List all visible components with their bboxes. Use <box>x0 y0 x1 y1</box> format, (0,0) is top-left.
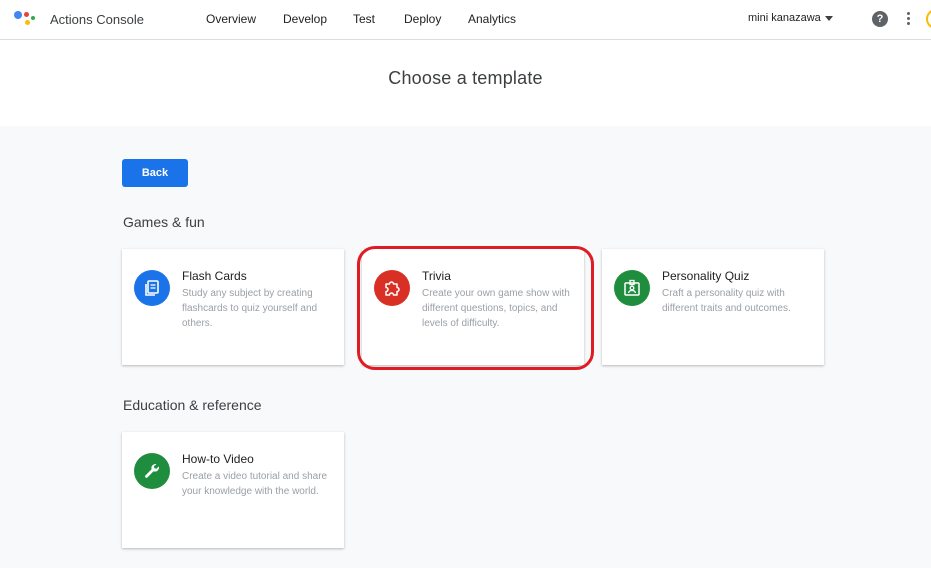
card-description: Craft a personality quiz with different … <box>662 288 791 314</box>
card-title: Flash Cards <box>182 269 247 283</box>
more-vert-icon[interactable] <box>907 11 911 27</box>
nav-test[interactable]: Test <box>353 12 375 26</box>
card-description: Create your own game show with different… <box>422 288 570 329</box>
app-title: Actions Console <box>50 12 144 27</box>
card-description: Study any subject by creating flashcards… <box>182 288 318 329</box>
back-button[interactable]: Back <box>122 159 188 187</box>
card-title: Trivia <box>422 269 451 283</box>
page-header: Choose a template <box>0 40 931 126</box>
badge-icon <box>614 270 650 306</box>
section-title-games: Games & fun <box>123 214 205 230</box>
nav-deploy[interactable]: Deploy <box>404 12 441 26</box>
puzzle-icon <box>374 270 410 306</box>
card-title: Personality Quiz <box>662 269 750 283</box>
template-card-trivia[interactable]: Trivia Create your own game show with di… <box>362 249 584 365</box>
flash-cards-icon <box>134 270 170 306</box>
section-title-education: Education & reference <box>123 397 262 413</box>
google-assistant-logo-icon <box>14 9 36 27</box>
wrench-icon <box>134 453 170 489</box>
nav-overview[interactable]: Overview <box>206 12 256 26</box>
template-card-flash-cards[interactable]: Flash Cards Study any subject by creatin… <box>122 249 344 365</box>
help-icon[interactable]: ? <box>872 11 888 27</box>
template-card-how-to-video[interactable]: How-to Video Create a video tutorial and… <box>122 432 344 548</box>
avatar[interactable] <box>926 9 931 29</box>
top-app-bar: Actions Console Overview Develop Test De… <box>0 0 931 40</box>
nav-develop[interactable]: Develop <box>283 12 327 26</box>
template-card-personality-quiz[interactable]: Personality Quiz Craft a personality qui… <box>602 249 824 365</box>
chevron-down-icon[interactable] <box>825 16 833 21</box>
card-title: How-to Video <box>182 452 254 466</box>
page-title: Choose a template <box>388 68 543 88</box>
card-description: Create a video tutorial and share your k… <box>182 471 328 497</box>
project-selector[interactable]: mini kanazawa <box>748 12 821 24</box>
nav-analytics[interactable]: Analytics <box>468 12 516 26</box>
